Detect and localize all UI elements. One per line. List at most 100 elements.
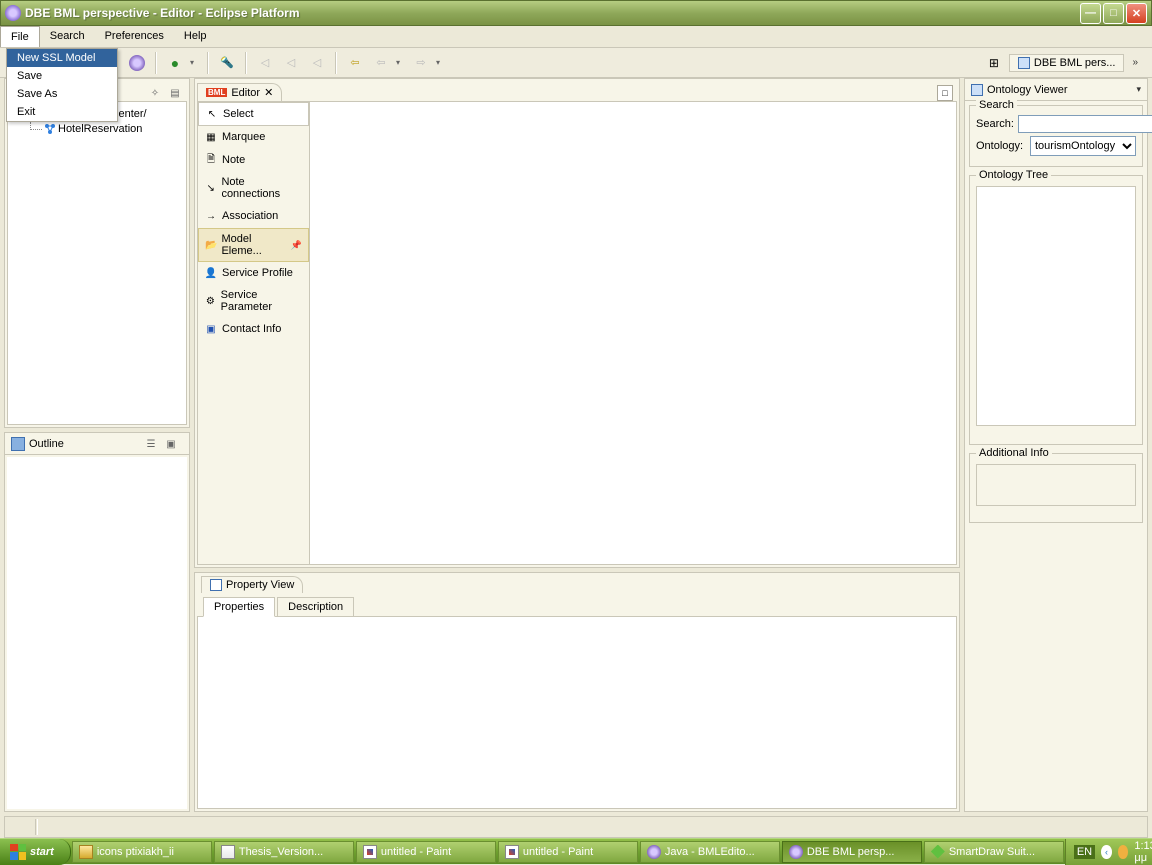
menu-help[interactable]: Help bbox=[174, 26, 217, 47]
palette-service-parameter-label: Service Parameter bbox=[221, 289, 303, 313]
windows-taskbar: start icons ptixiakh_ii Thesis_Version..… bbox=[0, 838, 1152, 864]
ontology-search-input[interactable] bbox=[1018, 115, 1152, 133]
run-button[interactable]: ● bbox=[164, 52, 186, 74]
service-profile-icon: 👤 bbox=[204, 266, 218, 280]
menu-preferences[interactable]: Preferences bbox=[95, 26, 174, 47]
history-back-dropdown[interactable]: ▾ bbox=[396, 58, 406, 67]
open-perspective-button[interactable]: ⊞ bbox=[983, 52, 1005, 74]
taskbar-item-3-label: untitled - Paint bbox=[523, 846, 593, 858]
editor-panel: BML Editor ✕ □ ↖Select ▦Marquee 🗎Note ↘ N… bbox=[194, 78, 960, 568]
palette-association-label: Association bbox=[222, 210, 278, 222]
history-fwd-dropdown[interactable]: ▾ bbox=[436, 58, 446, 67]
menu-file[interactable]: File bbox=[0, 26, 40, 47]
ontology-tree-legend: Ontology Tree bbox=[976, 169, 1051, 181]
tray-user-icon[interactable] bbox=[1118, 845, 1129, 859]
search-group-legend: Search bbox=[976, 99, 1017, 111]
start-button[interactable]: start bbox=[0, 839, 71, 865]
menu-new-ssl-model[interactable]: New SSL Model bbox=[7, 49, 117, 67]
smartdraw-icon bbox=[931, 845, 945, 859]
palette-service-parameter[interactable]: ⚙ Service Parameter bbox=[198, 285, 309, 318]
window-title: DBE BML perspective - Editor - Eclipse P… bbox=[25, 6, 1080, 20]
ontology-viewer-panel: Ontology Viewer ▾ Search Search: Go Onto… bbox=[964, 78, 1148, 812]
toolbar-separator bbox=[245, 52, 247, 74]
nav-next-button[interactable]: ◁ bbox=[280, 52, 302, 74]
panel-menu-icon[interactable]: ▤ bbox=[167, 85, 183, 101]
palette-service-profile[interactable]: 👤 Service Profile bbox=[198, 262, 309, 285]
menu-search[interactable]: Search bbox=[40, 26, 95, 47]
palette-model-elements[interactable]: 📂Model Eleme...📌 bbox=[198, 228, 309, 262]
new-item-icon[interactable]: ✧ bbox=[147, 85, 163, 101]
taskbar-item-1[interactable]: Thesis_Version... bbox=[214, 841, 354, 863]
taskbar-item-1-label: Thesis_Version... bbox=[239, 846, 323, 858]
pin-icon[interactable]: 📌 bbox=[291, 240, 302, 251]
run-dropdown[interactable]: ▾ bbox=[190, 58, 200, 67]
taskbar-item-3[interactable]: untitled - Paint bbox=[498, 841, 638, 863]
additional-info-legend: Additional Info bbox=[976, 447, 1052, 459]
outline-title: Outline bbox=[29, 438, 64, 450]
back-arrow-button[interactable]: ⇦ bbox=[344, 52, 366, 74]
taskbar-item-4-label: Java - BMLEdito... bbox=[665, 846, 755, 858]
perspective-label: DBE BML pers... bbox=[1034, 57, 1116, 69]
close-tab-icon[interactable]: ✕ bbox=[264, 86, 273, 99]
menu-bar: File Search Preferences Help bbox=[0, 26, 1152, 48]
palette-contact-info-label: Contact Info bbox=[222, 323, 281, 335]
more-perspectives-button[interactable]: » bbox=[1132, 57, 1138, 68]
tray-arrow-icon[interactable]: ‹ bbox=[1101, 845, 1112, 859]
property-view-body bbox=[197, 617, 957, 809]
palette-contact-info[interactable]: ▣Contact Info bbox=[198, 318, 309, 341]
taskbar-item-2-label: untitled - Paint bbox=[381, 846, 451, 858]
history-fwd-button[interactable]: ⇨ bbox=[410, 52, 432, 74]
status-bar bbox=[4, 816, 1148, 838]
palette-note[interactable]: 🗎Note bbox=[198, 149, 309, 172]
editor-tab-bml[interactable]: BML Editor ✕ bbox=[197, 83, 282, 101]
tray-clock[interactable]: 1:13 μμ bbox=[1134, 840, 1152, 864]
palette-select[interactable]: ↖Select bbox=[198, 102, 309, 126]
search-button[interactable]: 🔦 bbox=[216, 52, 238, 74]
tab-description[interactable]: Description bbox=[277, 597, 354, 616]
outline-tree-icon[interactable]: ☰ bbox=[143, 437, 159, 453]
note-conn-icon: ↘ bbox=[204, 181, 217, 195]
editor-palette: ↖Select ▦Marquee 🗎Note ↘ Note connections… bbox=[198, 102, 310, 564]
taskbar-item-5[interactable]: DBE BML persp... bbox=[782, 841, 922, 863]
palette-marquee[interactable]: ▦Marquee bbox=[198, 126, 309, 149]
close-button[interactable]: ✕ bbox=[1126, 3, 1147, 24]
nav-back-button[interactable]: ◁ bbox=[254, 52, 276, 74]
palette-service-profile-label: Service Profile bbox=[222, 267, 293, 279]
palette-note-conn-label: Note connections bbox=[221, 176, 303, 200]
history-back-button[interactable]: ⇦ bbox=[370, 52, 392, 74]
minimize-button[interactable]: — bbox=[1080, 3, 1101, 24]
gear-icon: ⚙ bbox=[204, 294, 217, 308]
property-view-title: Property View bbox=[226, 579, 294, 591]
menu-save-as[interactable]: Save As bbox=[7, 85, 117, 103]
window-titlebar: DBE BML perspective - Editor - Eclipse P… bbox=[0, 0, 1152, 26]
palette-association[interactable]: →Association bbox=[198, 205, 309, 228]
editor-canvas[interactable] bbox=[310, 102, 956, 564]
eclipse-icon-button[interactable] bbox=[126, 52, 148, 74]
menu-exit[interactable]: Exit bbox=[7, 103, 117, 121]
taskbar-item-0[interactable]: icons ptixiakh_ii bbox=[72, 841, 212, 863]
word-icon bbox=[221, 845, 235, 859]
menu-save[interactable]: Save bbox=[7, 67, 117, 85]
tab-properties[interactable]: Properties bbox=[203, 597, 275, 617]
toolbar-separator bbox=[335, 52, 337, 74]
outline-overview-icon[interactable]: ▣ bbox=[163, 437, 179, 453]
ontology-viewer-icon bbox=[971, 84, 983, 96]
ontology-tree-body[interactable] bbox=[976, 186, 1136, 426]
ontology-select[interactable]: tourismOntology bbox=[1030, 136, 1136, 156]
taskbar-item-2[interactable]: untitled - Paint bbox=[356, 841, 496, 863]
perspective-dbe-bml[interactable]: DBE BML pers... bbox=[1009, 54, 1125, 72]
maximize-editor-button[interactable]: □ bbox=[937, 85, 953, 101]
taskbar-item-6[interactable]: SmartDraw Suit... bbox=[924, 841, 1064, 863]
tray-language[interactable]: EN bbox=[1074, 845, 1095, 859]
property-view-icon bbox=[210, 579, 222, 591]
ontology-tree-group: Ontology Tree bbox=[969, 175, 1143, 445]
palette-select-label: Select bbox=[223, 108, 254, 120]
palette-note-connections[interactable]: ↘ Note connections bbox=[198, 172, 309, 205]
ontology-menu-dropdown[interactable]: ▾ bbox=[1136, 84, 1141, 95]
palette-marquee-label: Marquee bbox=[222, 131, 265, 143]
tree-child-item[interactable]: HotelReservation bbox=[12, 122, 182, 136]
taskbar-item-4[interactable]: Java - BMLEdito... bbox=[640, 841, 780, 863]
maximize-button[interactable]: □ bbox=[1103, 3, 1124, 24]
nav-last-button[interactable]: ◁ bbox=[306, 52, 328, 74]
eclipse-icon bbox=[789, 845, 803, 859]
